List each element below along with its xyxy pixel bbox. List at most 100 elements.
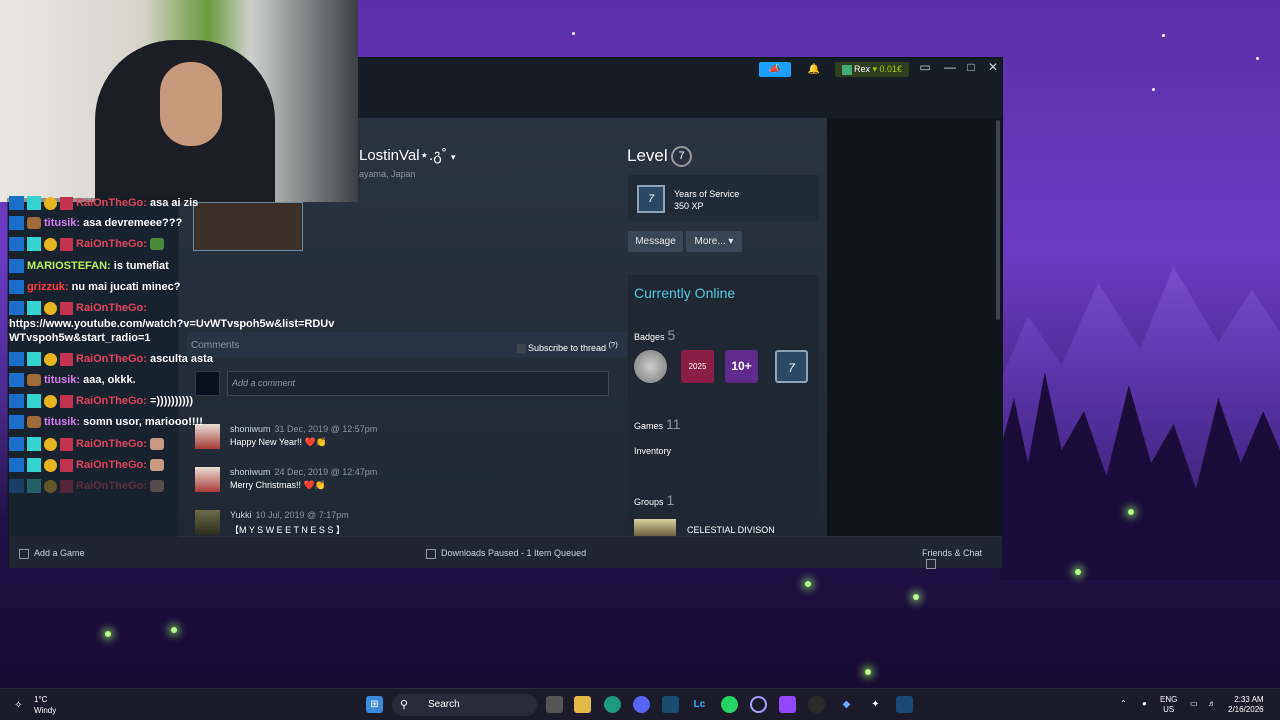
microphone-icon[interactable]: ●	[1142, 699, 1147, 709]
wallpaper-firefly	[865, 669, 871, 675]
group-avatar[interactable]	[634, 519, 676, 536]
chat-message: titusik: asa devremeee???	[9, 216, 182, 230]
friends-chat-button[interactable]: Friends & Chat	[922, 548, 1002, 569]
coin-badge-icon[interactable]	[634, 350, 667, 383]
groups-link[interactable]: Groups 1	[634, 492, 674, 508]
weather-widget[interactable]: 1°C Windy	[34, 694, 56, 716]
steam-bottom-bar: Add a Game Downloads Paused - 1 Item Que…	[9, 536, 1002, 569]
comment-text: Happy New Year!! ❤️👏	[230, 437, 327, 447]
announcements-icon[interactable]: 📣	[759, 62, 791, 77]
persona-name[interactable]: LostinVal⋆.გ˚ ▾	[359, 146, 456, 164]
more-button[interactable]: More... ▾	[686, 231, 742, 252]
comment-author[interactable]: shoniwum 31 Dec, 2019 @ 12:57pm	[230, 424, 377, 434]
clock[interactable]: 2:33 AM 2/16/2026	[1228, 695, 1264, 715]
comment-item: Yukki 10 Jul, 2019 @ 7:17pm 【M Y S W E E …	[195, 510, 615, 536]
discord-icon[interactable]	[633, 696, 650, 713]
chat-message: titusik: somn usor, mariooo!!!!	[9, 415, 203, 429]
file-explorer-icon[interactable]	[574, 696, 591, 713]
chat-message: MARIOSTEFAN: is tumefiat	[9, 259, 169, 273]
comment-avatar[interactable]	[195, 467, 220, 492]
comment-avatar[interactable]	[195, 510, 220, 535]
windows-taskbar: ✧ 1°C Windy ⊞ ⚲ Search Lc ◆ ✦ ⌃ ● ENG US ▭ …	[0, 688, 1280, 720]
plus-icon	[19, 548, 29, 559]
diamond-app-icon[interactable]: ◆	[838, 696, 855, 713]
minimize-button[interactable]: —	[941, 60, 959, 75]
steam-2025-badge-icon[interactable]: 2025	[681, 350, 714, 383]
start-button[interactable]: ⊞	[366, 696, 383, 713]
chat-message: RaiOnTheGo:	[9, 237, 167, 251]
twitch-icon[interactable]	[779, 696, 796, 713]
taskbar-search[interactable]: ⚲ Search	[392, 694, 537, 716]
profile-location: ayama, Japan	[359, 169, 416, 179]
comment-item: shoniwum 31 Dec, 2019 @ 12:57pm Happy New…	[195, 424, 615, 458]
years-of-service-badge-icon: 7	[637, 185, 665, 213]
featured-badge[interactable]: 7 Years of Service 350 XP	[628, 175, 819, 221]
game-app-icon[interactable]: ✦	[867, 696, 884, 713]
comment-text: Merry Christmas!! ❤️👏	[230, 480, 326, 490]
wallpaper-firefly	[805, 581, 811, 587]
webcam-overlay	[0, 0, 358, 202]
badge-xp: 350 XP	[674, 201, 704, 211]
chat-message: RaiOnTheGo:	[9, 479, 167, 493]
scrollbar[interactable]	[996, 120, 1000, 320]
wallpaper-firefly	[105, 631, 111, 637]
subscribe-checkbox[interactable]: Subscribe to thread (?)	[517, 340, 618, 354]
downloads-status[interactable]: Downloads Paused - 1 Item Queued	[426, 548, 586, 559]
webcam-face	[160, 62, 222, 146]
network-icon[interactable]: ▭	[1190, 699, 1198, 709]
wallet-balance: 0.01€	[879, 64, 903, 74]
steam-running-icon[interactable]	[896, 696, 913, 713]
wallpaper-star	[1152, 88, 1155, 91]
obs-icon[interactable]	[808, 696, 825, 713]
language-indicator[interactable]: ENG US	[1160, 695, 1177, 715]
download-icon	[426, 548, 436, 559]
weather-icon[interactable]: ✧	[10, 697, 27, 714]
comment-input[interactable]: Add a comment	[227, 371, 609, 396]
chat-message-link[interactable]: https://www.youtube.com/watch?v=UvWTvspo…	[9, 317, 339, 345]
account-menu[interactable]: Rex ▾ 0.01€	[835, 62, 909, 77]
account-name: Rex	[853, 64, 870, 74]
whatsapp-icon[interactable]	[721, 696, 738, 713]
badge-name: Years of Service	[674, 189, 740, 199]
level-label: Level	[627, 146, 668, 165]
wallpaper-firefly	[1128, 509, 1134, 515]
add-game-button[interactable]: Add a Game	[19, 548, 85, 559]
games-link[interactable]: Games 11	[634, 416, 681, 432]
chat-message: titusik: aaa, okkk.	[9, 373, 136, 387]
chat-message: RaiOnTheGo: =))))))))))	[9, 394, 193, 408]
big-picture-icon[interactable]: ▭	[916, 60, 934, 75]
search-icon: ⚲	[400, 699, 409, 711]
task-view-icon[interactable]	[546, 696, 563, 713]
my-avatar	[195, 371, 220, 396]
close-button[interactable]: ✕	[984, 60, 1002, 75]
app-circle-icon[interactable]	[750, 696, 767, 713]
chat-message: RaiOnTheGo: asculta asta	[9, 352, 213, 366]
group-name[interactable]: CELESTIAL DIVISON	[687, 525, 775, 535]
comment-author[interactable]: shoniwum 24 Dec, 2019 @ 12:47pm	[230, 467, 377, 477]
wallpaper-firefly	[1075, 569, 1081, 575]
online-status: Currently Online	[634, 285, 736, 301]
tray-overflow-icon[interactable]: ⌃	[1120, 699, 1127, 709]
account-avatar	[841, 64, 852, 75]
maximize-button[interactable]: □	[962, 60, 980, 75]
chat-message: RaiOnTheGo:	[9, 458, 167, 472]
badges-link[interactable]: Badges 5	[634, 327, 675, 343]
chat-message: RaiOnTheGo:	[9, 437, 167, 451]
comment-item: shoniwum 24 Dec, 2019 @ 12:47pm Merry Chr…	[195, 467, 615, 501]
wallpaper-firefly	[913, 594, 919, 600]
ten-plus-badge-icon[interactable]: 10+	[725, 350, 758, 383]
years-badge-icon[interactable]: 7	[775, 350, 808, 383]
message-button[interactable]: Message	[628, 231, 683, 252]
launcher-icon[interactable]: Lc	[691, 696, 708, 713]
edge-browser-icon[interactable]	[604, 696, 621, 713]
wallpaper-star	[572, 32, 575, 35]
chat-image-preview	[193, 202, 303, 251]
volume-icon[interactable]: ♬	[1208, 699, 1216, 709]
steam-icon[interactable]	[662, 696, 679, 713]
profile-side-background	[827, 118, 1002, 536]
notifications-bell-icon[interactable]: 🔔	[804, 62, 824, 77]
inventory-link[interactable]: Inventory	[634, 446, 671, 456]
comment-author[interactable]: Yukki 10 Jul, 2019 @ 7:17pm	[230, 510, 349, 520]
profile-sidebar: Currently Online Badges 5 2025 10+ 7 Game…	[628, 275, 819, 536]
chat-message: RaiOnTheGo:	[9, 301, 147, 315]
